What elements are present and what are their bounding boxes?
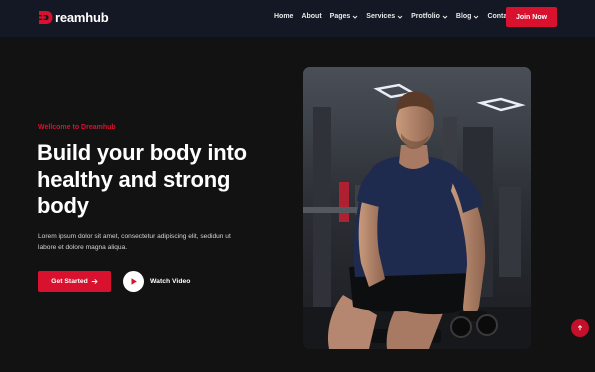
top-navbar: reamhub Home About Pages Services Protfo… <box>0 0 595 37</box>
nav-item-label: Pages <box>329 13 351 20</box>
nav-item-about[interactable]: About <box>301 12 321 22</box>
hero-description: Lorem ipsum dolor sit amet, consectetur … <box>38 231 248 253</box>
nav-item-home[interactable]: Home <box>274 12 293 22</box>
nav-item-label: About <box>301 13 322 20</box>
chevron-down-icon <box>352 15 358 19</box>
nav-item-services[interactable]: Services <box>366 12 403 22</box>
nav-item-pages[interactable]: Pages <box>330 12 359 22</box>
brand-logo[interactable]: reamhub <box>37 9 109 26</box>
nav-item-blog[interactable]: Blog <box>456 12 480 22</box>
nav-item-label: Home <box>274 13 294 20</box>
headline-line: Build your body into <box>37 140 247 165</box>
hero-eyebrow: Wellcome to Dreamhub <box>38 124 116 131</box>
get-started-label: Get Started <box>51 278 88 285</box>
play-video-button[interactable] <box>123 271 144 292</box>
nav-item-label: Protfolio <box>411 13 440 20</box>
description-line: labore et dolore magna aliqua. <box>38 244 128 251</box>
headline-line: body <box>37 193 89 218</box>
gym-athlete-illustration <box>303 67 531 349</box>
chevron-down-icon <box>474 15 479 19</box>
description-line: Lorem ipsum dolor sit amet, consectetur … <box>38 233 231 240</box>
main-menu: Home About Pages Services Protfolio Blog… <box>274 12 514 22</box>
hero-image <box>303 67 531 349</box>
get-started-button[interactable]: Get Started <box>38 271 111 292</box>
nav-item-label: Blog <box>455 13 472 20</box>
hero-headline: Build your body into healthy and strong … <box>37 140 277 220</box>
brand-wordmark: reamhub <box>55 10 109 25</box>
play-icon <box>131 278 137 285</box>
arrow-right-icon <box>91 278 98 285</box>
nav-item-portfolio[interactable]: Protfolio <box>411 12 448 22</box>
dreamhub-logo-icon <box>39 11 53 24</box>
chevron-down-icon <box>397 15 403 19</box>
scroll-to-top-button[interactable] <box>571 319 589 337</box>
nav-item-label: Services <box>366 13 396 20</box>
watch-video-link[interactable]: Watch Video <box>150 278 190 285</box>
headline-line: healthy and strong <box>37 166 231 192</box>
arrow-up-icon <box>577 325 583 331</box>
join-now-button[interactable]: Join Now <box>506 7 557 27</box>
chevron-down-icon <box>442 15 448 19</box>
